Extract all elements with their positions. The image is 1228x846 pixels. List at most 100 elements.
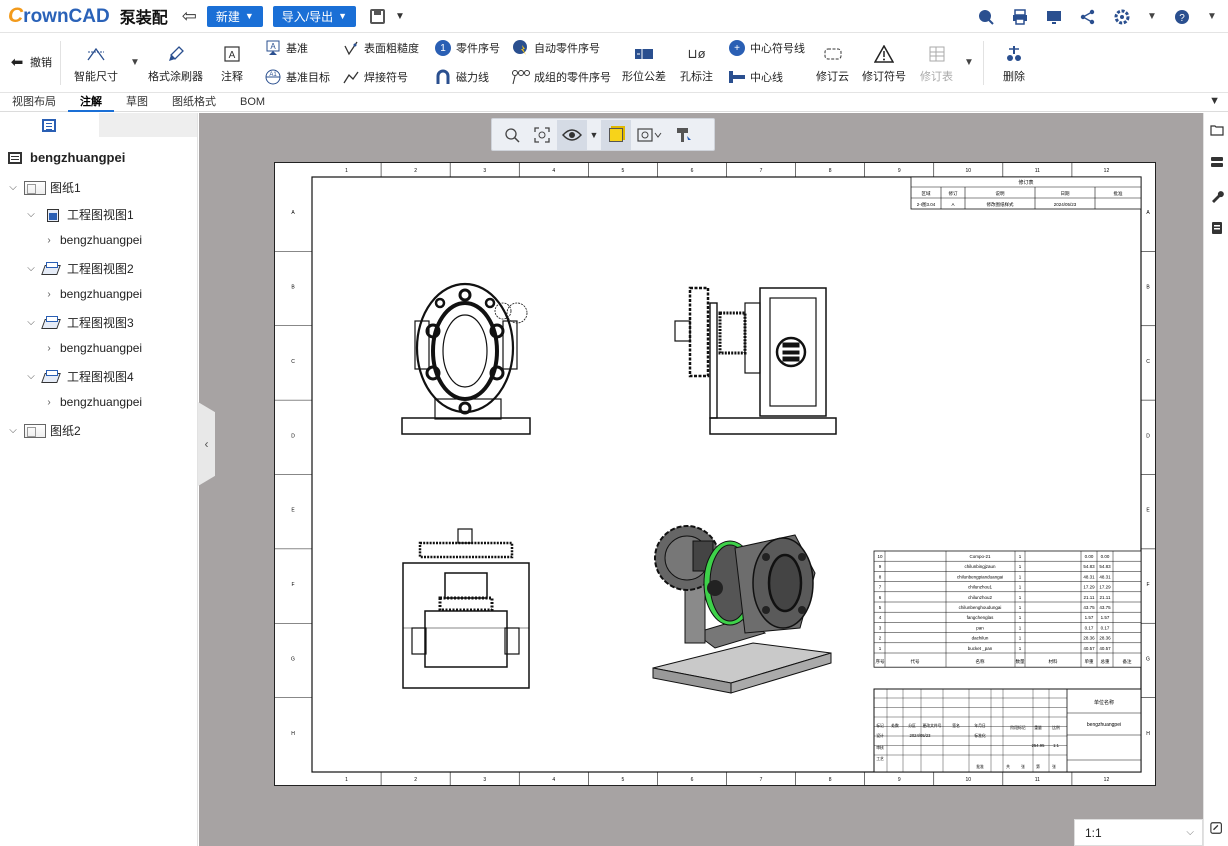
tree-item-view1[interactable]: ⌵ 工程图视图1	[24, 206, 133, 223]
chevron-right-icon[interactable]: ›	[42, 235, 56, 246]
collapse-panel-button[interactable]: ‹	[198, 402, 215, 486]
tree-item-view3[interactable]: ⌵ 工程图视图3	[24, 314, 134, 331]
stacked-balloon-button[interactable]: 成组的零件序号	[512, 66, 611, 88]
zone-row-label-right: G	[1146, 656, 1150, 662]
new-button[interactable]: 新建 ▼	[206, 5, 263, 27]
tree-item-part[interactable]: › bengzhuangpei	[42, 233, 142, 247]
share-icon[interactable]	[1078, 7, 1098, 27]
drawing-view-front[interactable]	[401, 282, 531, 435]
datum-button[interactable]: A 基准	[264, 37, 308, 59]
app-header: C rownCAD 泵装配 ⇦ 新建 ▼ 导入/导出 ▼ ▼ ▼ ? ▼	[0, 0, 1228, 33]
chevron-right-icon[interactable]: ›	[42, 397, 56, 408]
tab-view-layout[interactable]: 视图布局	[0, 93, 68, 112]
revision-cloud-button[interactable]: 修订云	[816, 35, 849, 91]
smart-dimension-button[interactable]: 智能尺寸	[74, 35, 118, 91]
table-icon	[926, 43, 948, 65]
tab-annotation[interactable]: 注解	[68, 93, 114, 112]
delete-button[interactable]: 删除	[1003, 35, 1025, 91]
eye-icon[interactable]	[557, 119, 587, 150]
tree-root[interactable]: bengzhuangpei	[8, 150, 125, 165]
tree-item-view4[interactable]: ⌵ 工程图视图4	[24, 368, 134, 385]
drawing-view-side[interactable]	[674, 286, 837, 435]
chevron-down-icon[interactable]: ▼	[1146, 7, 1158, 27]
screen-icon[interactable]	[1044, 7, 1064, 27]
format-painter-button[interactable]: 格式涂刷器	[148, 35, 203, 91]
auto-balloon-button[interactable]: 自动零件序号	[512, 37, 600, 59]
wrench-icon[interactable]	[1210, 189, 1224, 203]
display-style-icon[interactable]	[601, 119, 631, 150]
chevron-down-icon[interactable]: ⌵	[6, 182, 20, 193]
tree-item-part[interactable]: › bengzhuangpei	[42, 287, 142, 301]
tab-tree[interactable]	[0, 113, 99, 137]
drawing-sheet[interactable]: 1 1 2 2 3 3 4 4 5 5 6 6 7 7 8 8 9 9 10 10 11 11 12 12 A A B B C C D D E E…	[274, 162, 1156, 786]
chevron-down-icon[interactable]: ▼	[1206, 7, 1218, 27]
center-mark-button[interactable]: + 中心符号线	[728, 37, 805, 59]
weld-symbol-button[interactable]: 焊接符号	[342, 66, 408, 88]
note-button[interactable]: A 注释	[221, 35, 243, 91]
logo-c: C	[8, 4, 24, 27]
layers-icon[interactable]	[1210, 155, 1224, 169]
drawing-view-top[interactable]	[402, 528, 530, 689]
chevron-down-icon[interactable]: ⌵	[24, 371, 38, 382]
back-arrow-icon[interactable]: ⇦	[182, 6, 197, 27]
search-icon[interactable]	[976, 7, 996, 27]
zone-row-label-right: E	[1146, 508, 1150, 514]
tab-bom[interactable]: BOM	[228, 93, 277, 112]
library-icon[interactable]	[1210, 221, 1224, 235]
bom-cell-total-weight: 1.57	[1101, 615, 1110, 620]
tree-item-part[interactable]: › bengzhuangpei	[42, 341, 142, 355]
center-mark-icon: +	[728, 39, 746, 57]
datum-target-button[interactable]: A1 基准目标	[264, 66, 330, 88]
zone-col-label-bottom: 11	[1035, 777, 1040, 783]
chevron-right-icon[interactable]: ›	[42, 289, 56, 300]
title-block-label: 共	[1006, 764, 1010, 769]
settings-icon[interactable]	[1112, 7, 1132, 27]
tree-item-sheet1[interactable]: ⌵ 图纸1	[6, 179, 81, 196]
chevron-down-icon[interactable]: ▼	[130, 57, 140, 68]
zoom-icon[interactable]	[497, 120, 527, 150]
undo-button[interactable]: ⬅ 撤销	[8, 51, 52, 73]
surface-finish-button[interactable]: 表面粗糙度	[342, 37, 419, 59]
scale-select[interactable]: 1:1 ⌵	[1074, 819, 1203, 846]
chevron-down-icon[interactable]: ▼	[964, 57, 974, 68]
title-block-label: 签名	[952, 723, 960, 728]
balloon-button[interactable]: 1 零件序号	[434, 37, 500, 59]
chevron-right-icon[interactable]: ›	[42, 343, 56, 354]
folder-icon[interactable]	[1210, 123, 1224, 137]
centerline-button[interactable]: 中心线	[728, 66, 783, 88]
save-icon[interactable]	[370, 8, 386, 24]
chevron-down-icon[interactable]: ⌵	[24, 317, 38, 328]
tree-item-part[interactable]: › bengzhuangpei	[42, 395, 142, 409]
magnetic-line-button[interactable]: 磁力线	[434, 66, 489, 88]
revision-symbol-button[interactable]: 修订符号	[862, 35, 906, 91]
import-export-button[interactable]: 导入/导出 ▼	[272, 5, 357, 27]
tab-sheet-format[interactable]: 图纸格式	[160, 93, 228, 112]
part-label: bengzhuangpei	[60, 233, 143, 247]
tab-properties[interactable]	[98, 113, 197, 137]
chevron-down-icon[interactable]: ▼	[587, 120, 601, 150]
bom-cell-name: chilunbengpianduangai	[957, 574, 1003, 579]
chevron-down-icon[interactable]: ▼	[395, 11, 405, 22]
gtol-button[interactable]: 形位公差	[622, 35, 666, 91]
tab-sketch[interactable]: 草图	[114, 93, 160, 112]
drawing-canvas[interactable]: ▼ 1 1 2 2 3 3 4 4 5 5 6 6 7 7 8 8 9 9 10 10 11 11 12 12 A A B B C C D D…	[199, 113, 1203, 846]
help-icon[interactable]: ?	[1172, 7, 1192, 27]
bom-cell-unit-weight: 0.00	[1085, 554, 1094, 559]
tree-item-sheet2[interactable]: ⌵ 图纸2	[6, 422, 81, 439]
hole-callout-button[interactable]: ⊔ø 孔标注	[680, 35, 713, 91]
zone-row-label-left: H	[291, 731, 295, 737]
chevron-down-icon[interactable]: ⌵	[24, 209, 38, 220]
print-icon[interactable]	[1010, 7, 1030, 27]
zoom-fit-icon[interactable]	[527, 120, 557, 150]
chevron-down-icon[interactable]: ⌵	[24, 263, 38, 274]
paint-icon[interactable]	[669, 120, 699, 150]
edit-note-icon[interactable]	[1210, 821, 1224, 835]
chevron-down-icon[interactable]: ⌵	[6, 425, 20, 436]
section-view-icon[interactable]	[631, 120, 669, 150]
bom-header: 代号	[911, 658, 920, 665]
revision-table-header: 区域	[922, 190, 931, 196]
revision-table-button[interactable]: 修订表	[920, 35, 953, 91]
tree-item-view2[interactable]: ⌵ 工程图视图2	[24, 260, 134, 277]
drawing-view-isometric[interactable]	[652, 525, 832, 694]
chevron-down-icon[interactable]: ▼	[1209, 95, 1220, 107]
